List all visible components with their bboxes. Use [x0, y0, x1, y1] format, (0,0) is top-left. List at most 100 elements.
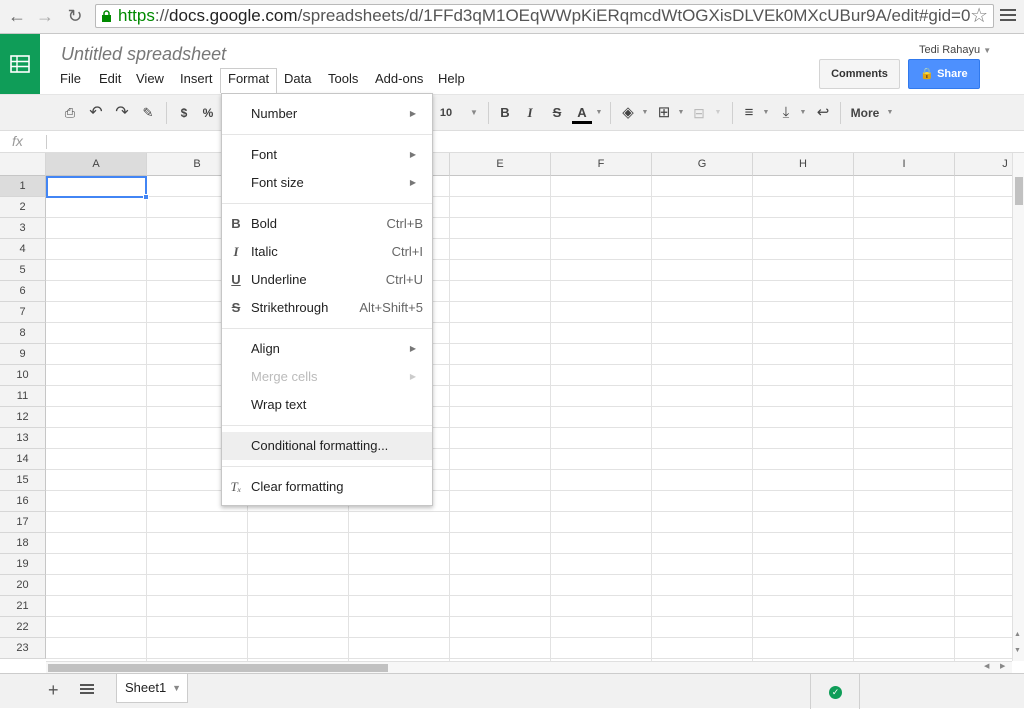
menu-help[interactable]: Help [431, 69, 472, 89]
horizontal-scroll-thumb[interactable] [48, 664, 388, 672]
strikethrough-button[interactable]: S [549, 95, 565, 131]
row-header[interactable]: 14 [0, 449, 46, 470]
add-sheet-icon[interactable]: + [48, 680, 59, 701]
vertical-align-icon[interactable]: ⤓ [777, 95, 795, 131]
row-header[interactable]: 1 [0, 176, 46, 197]
chevron-down-icon[interactable]: ▼ [172, 674, 181, 702]
text-color-button[interactable]: A [572, 95, 592, 131]
scroll-right-icon[interactable]: ▶ [1000, 662, 1005, 670]
row-header[interactable]: 19 [0, 554, 46, 575]
sheet-list-icon[interactable] [80, 684, 94, 696]
fill-handle[interactable] [143, 194, 149, 200]
spreadsheet-grid[interactable]: A B C D E F G H I J 1 2 3 4 5 6 7 8 9 10… [0, 153, 1012, 661]
row-header[interactable]: 11 [0, 386, 46, 407]
horizontal-scrollbar[interactable]: ◀ ▶ [46, 661, 1012, 673]
row-header[interactable]: 22 [0, 617, 46, 638]
back-arrow-icon[interactable]: ← [6, 4, 28, 28]
column-header[interactable]: H [753, 153, 854, 176]
menu-file[interactable]: File [53, 69, 88, 89]
row-header[interactable]: 5 [0, 260, 46, 281]
row-header[interactable]: 20 [0, 575, 46, 596]
reload-icon[interactable]: ↻ [64, 4, 86, 28]
paint-format-icon[interactable]: ✎ [138, 95, 158, 131]
document-title[interactable]: Untitled spreadsheet [61, 44, 226, 65]
menu-item-wrap-text[interactable]: Wrap text [222, 391, 432, 419]
column-header[interactable]: F [551, 153, 652, 176]
column-header[interactable]: J [955, 153, 1012, 176]
user-account[interactable]: Tedi Rahayu ▼ [919, 44, 991, 56]
fill-color-icon[interactable]: ◈ [618, 95, 638, 131]
sheet-tab[interactable]: Sheet1 ▼ [116, 674, 188, 703]
column-header[interactable]: A [46, 153, 147, 176]
row-header[interactable]: 9 [0, 344, 46, 365]
chevron-down-icon[interactable]: ▼ [468, 95, 480, 131]
row-header[interactable]: 8 [0, 323, 46, 344]
menu-addons[interactable]: Add-ons [368, 69, 430, 89]
row-header[interactable]: 18 [0, 533, 46, 554]
italic-button[interactable]: I [522, 95, 538, 131]
forward-arrow-icon[interactable]: → [34, 4, 56, 28]
menu-view[interactable]: View [129, 69, 171, 89]
row-header[interactable]: 10 [0, 365, 46, 386]
formula-bar[interactable]: fx [0, 131, 1024, 153]
currency-format-button[interactable]: $ [176, 95, 192, 131]
column-header[interactable]: I [854, 153, 955, 176]
row-header[interactable]: 12 [0, 407, 46, 428]
chevron-down-icon[interactable]: ▼ [799, 95, 807, 131]
column-header[interactable]: E [450, 153, 551, 176]
more-button[interactable]: More [848, 95, 882, 131]
menu-edit[interactable]: Edit [92, 69, 128, 89]
row-header[interactable]: 4 [0, 239, 46, 260]
menu-format[interactable]: Format [220, 68, 278, 93]
star-icon[interactable]: ☆ [970, 5, 988, 27]
row-header[interactable]: 15 [0, 470, 46, 491]
vertical-scrollbar[interactable]: ▲ ▼ [1012, 153, 1024, 661]
hamburger-menu-icon[interactable] [1000, 6, 1016, 24]
selected-cell-a1[interactable] [46, 176, 147, 198]
chevron-down-icon[interactable]: ▼ [641, 95, 649, 131]
sheets-logo[interactable] [0, 34, 40, 94]
row-header[interactable]: 7 [0, 302, 46, 323]
chevron-down-icon[interactable]: ▼ [762, 95, 770, 131]
select-all-corner[interactable] [0, 153, 46, 176]
menu-item-align[interactable]: Align ▶ [222, 335, 432, 363]
scroll-down-icon[interactable]: ▼ [1014, 647, 1021, 654]
merge-cells-icon[interactable]: ⊟ [690, 95, 708, 131]
align-left-icon[interactable]: ≡ [740, 95, 758, 131]
row-header[interactable]: 16 [0, 491, 46, 512]
row-header[interactable]: 23 [0, 638, 46, 659]
print-icon[interactable]: ⎙ [60, 95, 80, 131]
chevron-down-icon[interactable]: ▼ [595, 95, 603, 131]
redo-icon[interactable]: ↷ [112, 95, 132, 131]
menu-item-italic[interactable]: I Italic Ctrl+I [222, 238, 432, 266]
menu-tools[interactable]: Tools [321, 69, 365, 89]
menu-insert[interactable]: Insert [173, 69, 220, 89]
row-header[interactable]: 6 [0, 281, 46, 302]
menu-item-bold[interactable]: B Bold Ctrl+B [222, 210, 432, 238]
share-button[interactable]: 🔒 Share [908, 59, 980, 89]
menu-item-number[interactable]: Number ▶ [222, 100, 432, 128]
wrap-text-icon[interactable]: ↩ [814, 95, 832, 131]
menu-item-font-size[interactable]: Font size ▶ [222, 169, 432, 197]
chevron-down-icon[interactable]: ▼ [677, 95, 685, 131]
menu-item-clear-formatting[interactable]: Tₓ Clear formatting [222, 473, 432, 501]
bold-button[interactable]: B [497, 95, 513, 131]
menu-data[interactable]: Data [277, 69, 318, 89]
chevron-down-icon[interactable]: ▼ [886, 95, 894, 131]
row-header[interactable]: 17 [0, 512, 46, 533]
comments-button[interactable]: Comments [819, 59, 900, 89]
column-header[interactable]: G [652, 153, 753, 176]
chevron-down-icon[interactable]: ▼ [714, 95, 722, 131]
font-size-select[interactable]: 10 [436, 95, 456, 131]
row-header[interactable]: 3 [0, 218, 46, 239]
undo-icon[interactable]: ↶ [86, 95, 106, 131]
menu-item-strikethrough[interactable]: S Strikethrough Alt+Shift+5 [222, 294, 432, 322]
borders-icon[interactable]: ⊞ [655, 95, 673, 131]
menu-item-conditional-formatting[interactable]: Conditional formatting... [222, 432, 432, 460]
menu-item-underline[interactable]: U Underline Ctrl+U [222, 266, 432, 294]
url-bar[interactable]: https://docs.google.com/spreadsheets/d/1… [95, 4, 994, 28]
vertical-scroll-thumb[interactable] [1015, 177, 1023, 205]
menu-item-font[interactable]: Font ▶ [222, 141, 432, 169]
percent-format-button[interactable]: % [200, 95, 216, 131]
row-header[interactable]: 2 [0, 197, 46, 218]
